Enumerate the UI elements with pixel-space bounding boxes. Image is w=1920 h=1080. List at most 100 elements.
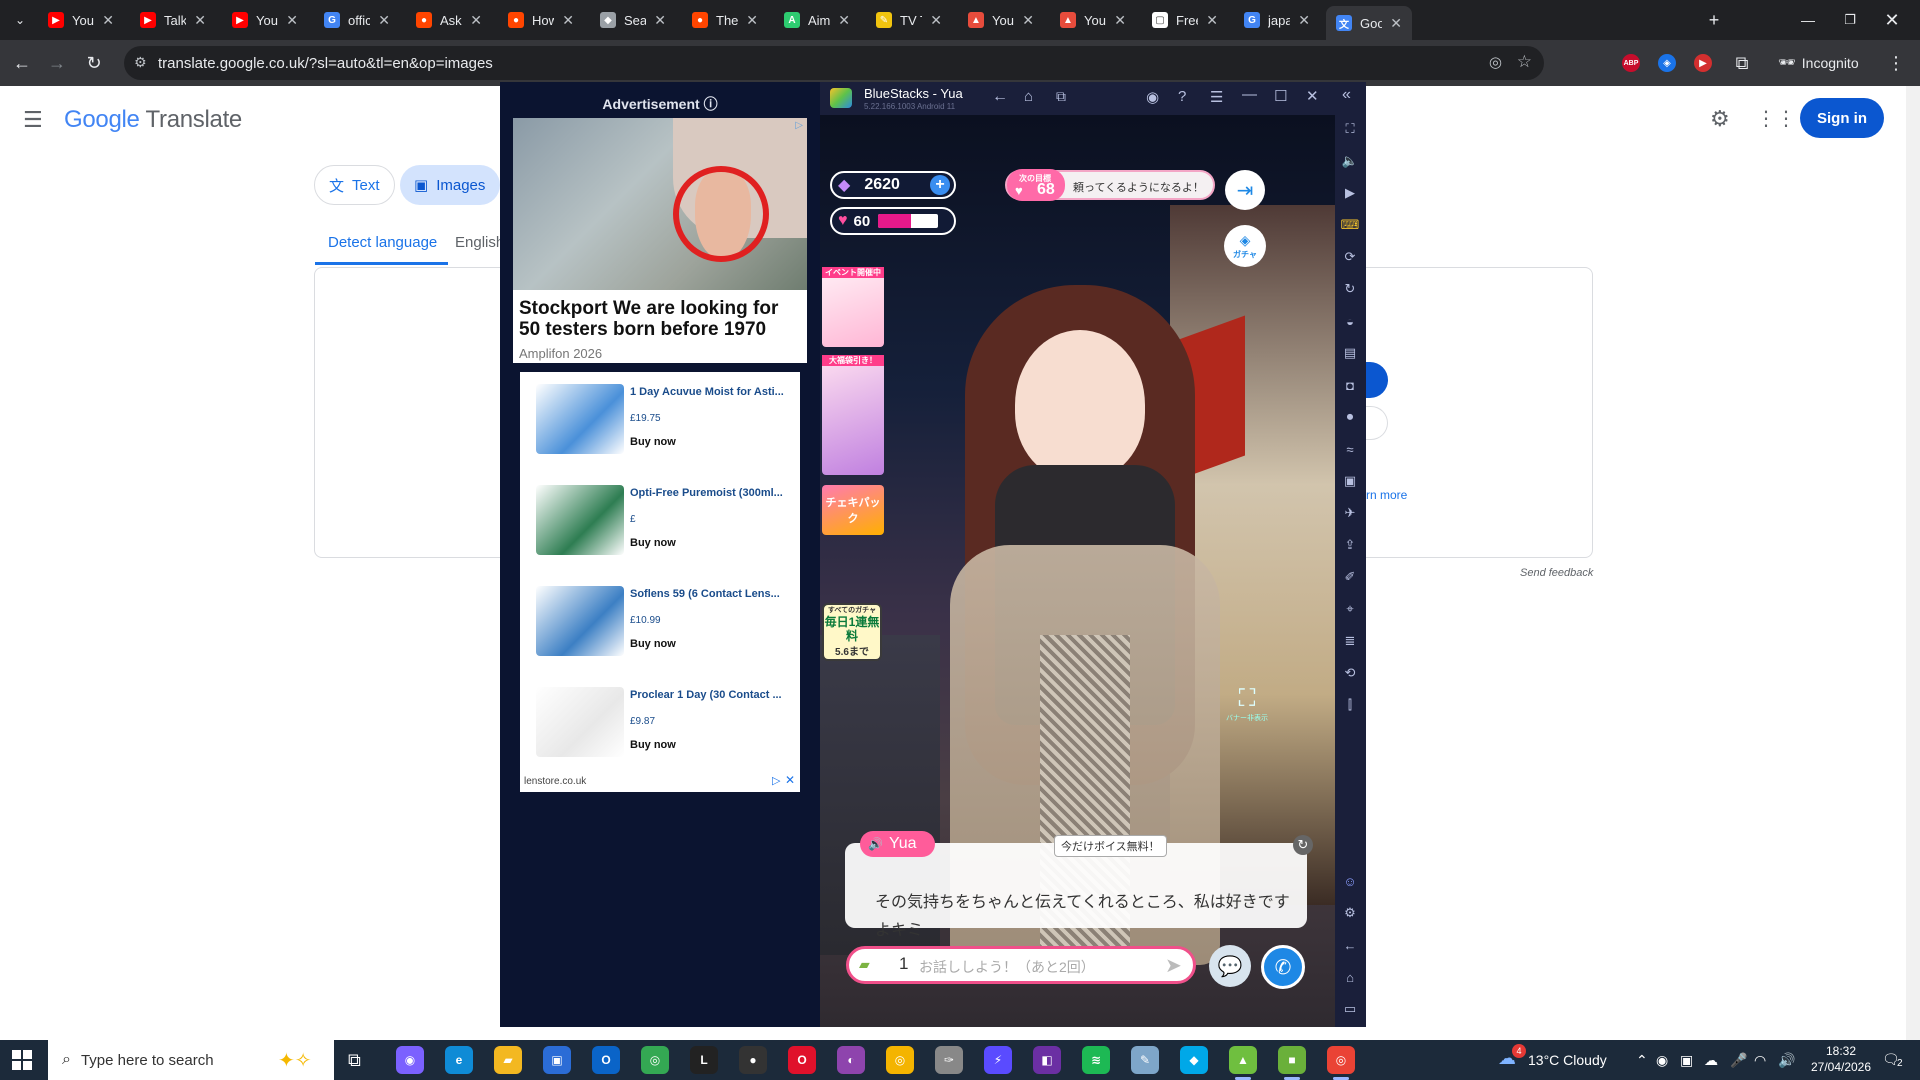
site-info-icon[interactable]: ⚙	[134, 54, 147, 71]
banner-hide-button[interactable]: ⛶ バナー非表示	[1225, 685, 1269, 729]
gacha-button[interactable]: ◈ ガチャ	[1224, 225, 1266, 267]
bs-account-icon[interactable]: ◉	[1146, 88, 1159, 106]
dialog-refresh-icon[interactable]: ↻	[1293, 835, 1313, 855]
eco-mode-icon[interactable]: ◒	[1341, 312, 1359, 330]
bs-home-icon[interactable]: ⌂	[1024, 88, 1033, 105]
buy-now-button[interactable]: Buy now	[630, 638, 676, 650]
browser-tab[interactable]: Gofficial ✕	[314, 8, 400, 32]
browser-tab[interactable]: ✎ TV Trop ✕	[866, 8, 952, 32]
bs-maximize-icon[interactable]: ☐	[1274, 87, 1287, 105]
close-tab-icon[interactable]: ✕	[1298, 12, 1310, 29]
close-tab-icon[interactable]: ✕	[1022, 12, 1034, 29]
outlook-app-icon[interactable]: O	[592, 1046, 620, 1074]
back-icon[interactable]: ←	[8, 49, 36, 77]
adchoices-icon[interactable]: ▷	[772, 774, 780, 787]
airplane-icon[interactable]: ✈	[1341, 504, 1359, 522]
browser-tab[interactable]: ● The Le ✕	[682, 8, 768, 32]
product-name[interactable]: Opti-Free Puremoist (300ml...	[630, 487, 795, 499]
feather-app-icon[interactable]: ✑	[935, 1046, 963, 1074]
media-icon[interactable]: ▶	[1341, 184, 1359, 202]
buy-now-button[interactable]: Buy now	[630, 436, 676, 448]
chrome-active-app-icon[interactable]: ◎	[1327, 1046, 1355, 1074]
split-icon[interactable]: ⫿	[1341, 696, 1359, 714]
cheki-pack-banner[interactable]: チェキパック	[822, 485, 884, 535]
bs-close-icon[interactable]: ✕	[1306, 87, 1319, 105]
product-listing[interactable]: 1 Day Acuvue Moist for Asti... £19.75 Buy …	[520, 372, 800, 472]
ad-headline[interactable]: Stockport We are looking for 50 testers …	[519, 298, 803, 340]
edge-app-icon[interactable]: e	[445, 1046, 473, 1074]
browser-tab[interactable]: A Aimy A ✕	[774, 8, 860, 32]
browser-tab[interactable]: ▢ Freeim ✕	[1142, 8, 1228, 32]
browser-tab[interactable]: ▶ YouTub ✕	[38, 8, 124, 32]
product-name[interactable]: Soflens 59 (6 Contact Lens...	[630, 588, 795, 600]
tab-search-icon[interactable]: ⌄	[6, 6, 34, 34]
install-apk-icon[interactable]: ⇪	[1341, 536, 1359, 554]
menu-kebab-icon[interactable]: ⋮	[1882, 49, 1910, 77]
speaker-tag[interactable]: 🔊 Yua	[860, 831, 935, 857]
close-tab-icon[interactable]: ✕	[1206, 12, 1218, 29]
sync-icon[interactable]: ⟲	[1341, 664, 1359, 682]
phone-call-button[interactable]: ✆	[1261, 945, 1305, 989]
event-banner[interactable]: イベント開催中	[822, 267, 884, 347]
android-recents-icon[interactable]: ▭	[1341, 1000, 1359, 1018]
discord-icon[interactable]: ☺	[1341, 872, 1359, 890]
shake-icon[interactable]: ≈	[1341, 440, 1359, 458]
spotify-app-icon[interactable]: ≋	[1082, 1046, 1110, 1074]
store-app-icon[interactable]: ▣	[543, 1046, 571, 1074]
obs-app-icon[interactable]: ●	[739, 1046, 767, 1074]
media-folder-icon[interactable]: ▣	[1341, 472, 1359, 490]
bookmark-star-icon[interactable]: ☆	[1517, 52, 1532, 72]
adblock-plus-icon[interactable]: ABP	[1622, 54, 1640, 72]
bs-help-icon[interactable]: ?	[1178, 88, 1186, 105]
send-feedback-link[interactable]: Send feedback	[1520, 567, 1593, 579]
gem-counter[interactable]: ◆ 2620 +	[830, 171, 956, 199]
volume-icon[interactable]: 🔈	[1341, 152, 1359, 170]
google-translate-logo[interactable]: Google Translate	[64, 106, 242, 134]
weather-text[interactable]: 13°C Cloudy	[1528, 1052, 1607, 1068]
tray-chevron-icon[interactable]: ⌃	[1636, 1052, 1648, 1069]
tray-app-icon[interactable]: ▣	[1680, 1052, 1693, 1069]
product-name[interactable]: Proclear 1 Day (30 Contact ...	[630, 689, 795, 701]
close-tab-icon[interactable]: ✕	[194, 12, 206, 29]
tray-cloud-icon[interactable]: ☁	[1704, 1052, 1718, 1069]
clock[interactable]: 18:32 27/04/2026	[1806, 1043, 1876, 1075]
extensions-puzzle-icon[interactable]: ⧉	[1728, 49, 1756, 77]
product-name[interactable]: 1 Day Acuvue Moist for Asti...	[630, 386, 795, 398]
ad-close-icon[interactable]: ✕	[785, 773, 795, 787]
ad-choices-icon[interactable]: ▷	[795, 120, 803, 131]
chat-bubble-button[interactable]: 💬	[1209, 945, 1251, 987]
browser-tab[interactable]: ● AskMe ✕	[406, 8, 492, 32]
close-tab-icon[interactable]: ✕	[1114, 12, 1126, 29]
layers-icon[interactable]: ≣	[1341, 632, 1359, 650]
chrome-app-icon[interactable]: ◎	[641, 1046, 669, 1074]
bs-menu-icon[interactable]: ☰	[1210, 88, 1223, 106]
keyboard-icon[interactable]: ⌨	[1341, 216, 1360, 234]
hearing-ad-card[interactable]: ▷ Stockport We are looking for 50 tester…	[513, 118, 807, 363]
notes-app-icon[interactable]: ✎	[1131, 1046, 1159, 1074]
forward-icon[interactable]: →	[43, 49, 71, 77]
wifi-icon[interactable]: ◠	[1754, 1052, 1766, 1069]
url-text[interactable]: translate.google.co.uk/?sl=auto&tl=en&op…	[158, 55, 493, 72]
speaker-icon[interactable]: 🔊	[1778, 1052, 1795, 1069]
reload-icon[interactable]: ↻	[80, 49, 108, 77]
close-tab-icon[interactable]: ✕	[1390, 15, 1402, 32]
mode-tab-text[interactable]: 文 Text	[314, 165, 395, 205]
ad-domain[interactable]: lenstore.co.uk	[524, 776, 586, 787]
android-back-icon[interactable]: ←	[1341, 936, 1359, 954]
fullscreen-toggle-icon[interactable]: ⛶	[1341, 120, 1359, 138]
minimize-icon[interactable]: —	[1794, 6, 1822, 34]
dark-app-icon[interactable]: ◧	[1033, 1046, 1061, 1074]
screenshot-icon[interactable]: ◘	[1341, 376, 1359, 394]
learn-more-link[interactable]: rn more	[1366, 488, 1407, 502]
task-view-icon[interactable]: ⧉	[348, 1050, 361, 1071]
location-icon[interactable]: ⌖	[1341, 600, 1359, 618]
hamburger-menu-icon[interactable]: ☰	[23, 107, 43, 133]
microphone-icon[interactable]: 🎤	[1730, 1052, 1747, 1069]
browser-tab[interactable]: ◆ Search ✕	[590, 8, 676, 32]
brush-icon[interactable]: ✐	[1341, 568, 1359, 586]
rotate-icon[interactable]: ↻	[1341, 280, 1359, 298]
close-tab-icon[interactable]: ✕	[746, 12, 758, 29]
sky-app-icon[interactable]: ◆	[1180, 1046, 1208, 1074]
close-tab-icon[interactable]: ✕	[930, 12, 942, 29]
browser-tab[interactable]: Gjapane ✕	[1234, 8, 1320, 32]
